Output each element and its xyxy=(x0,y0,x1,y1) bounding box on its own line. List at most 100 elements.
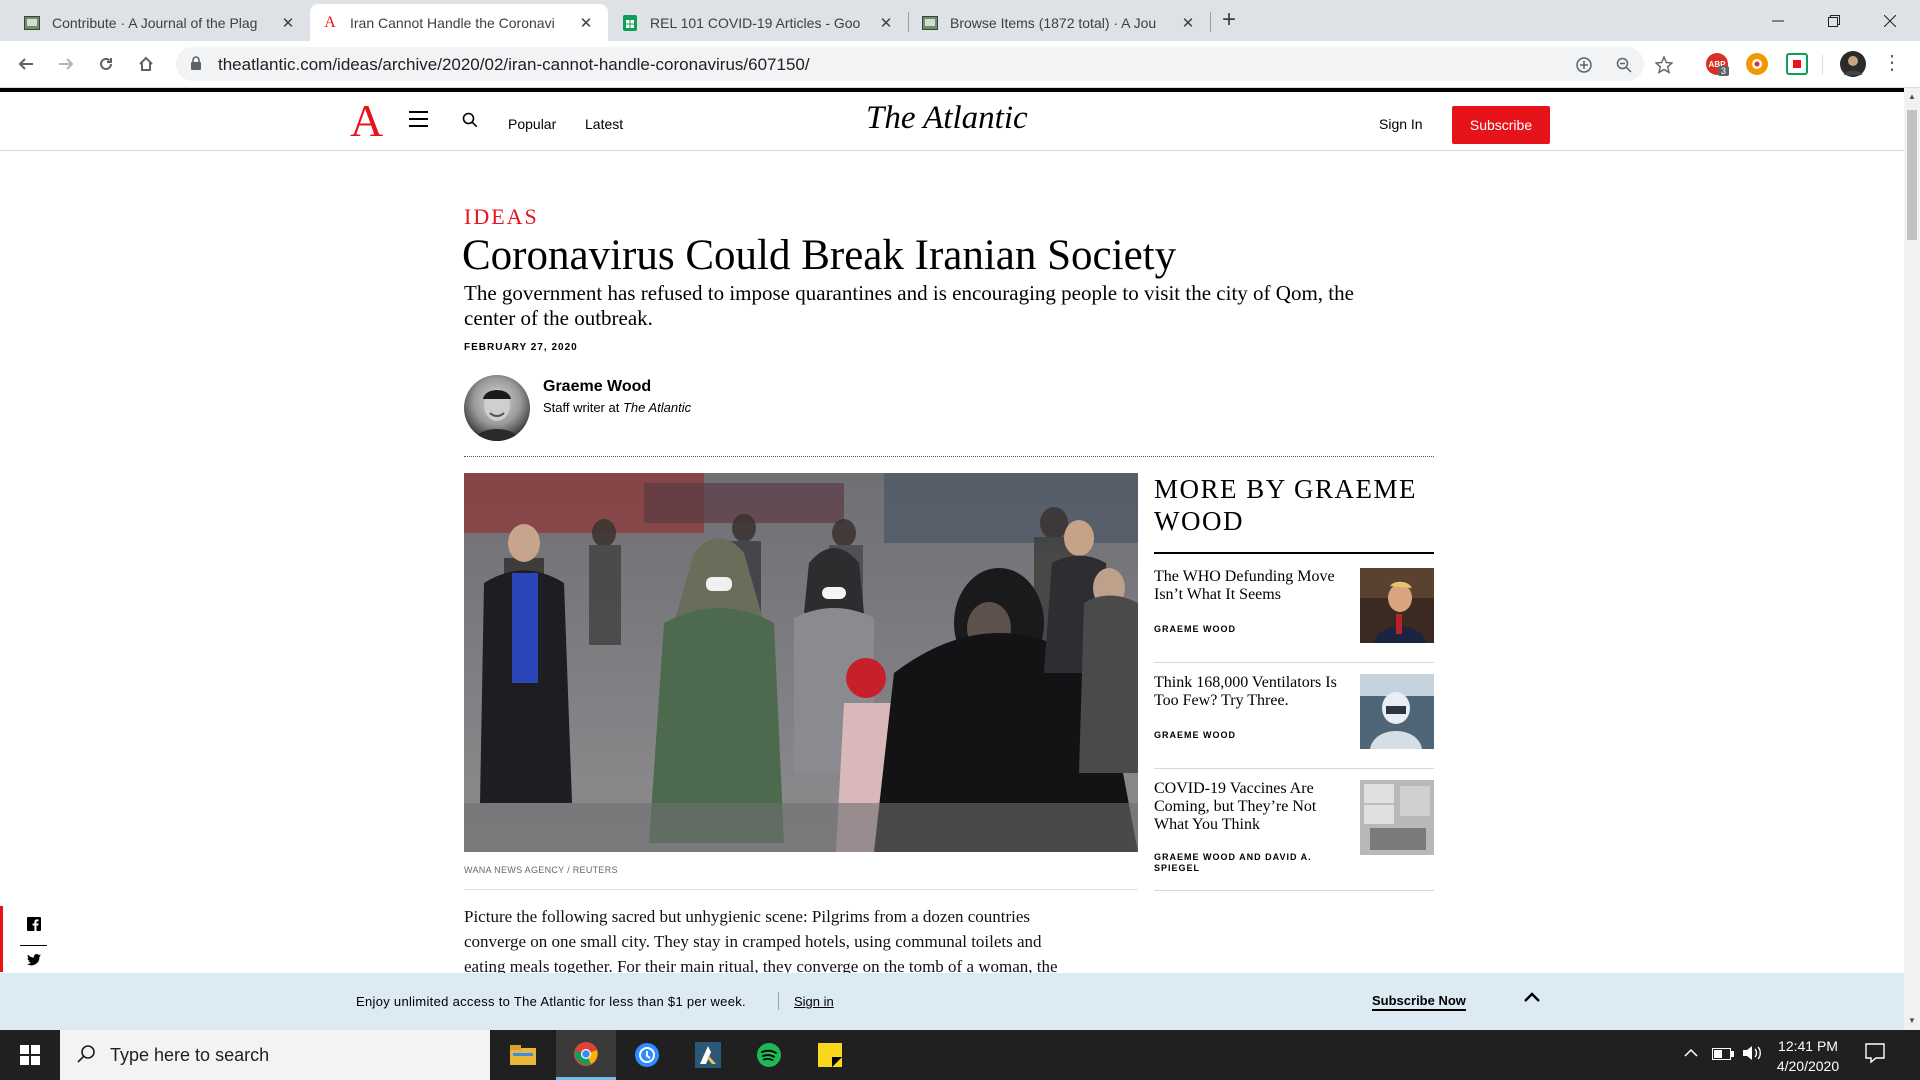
site-favicon-icon xyxy=(922,15,938,31)
sidebar-article-author: GRAEME WOOD xyxy=(1154,624,1236,634)
close-tab-icon[interactable]: ✕ xyxy=(278,14,298,32)
subscribe-banner: Enjoy unlimited access to The Atlantic f… xyxy=(0,973,1904,1030)
forward-button[interactable] xyxy=(54,52,78,76)
browser-menu-icon[interactable]: ⋮ xyxy=(1882,53,1902,73)
action-center-icon[interactable] xyxy=(1864,1042,1886,1069)
image-credit: WANA NEWS AGENCY / REUTERS xyxy=(464,865,618,875)
masthead-wordmark[interactable]: The Atlantic xyxy=(866,100,1028,137)
bookmark-star-icon[interactable] xyxy=(1654,55,1674,75)
author-name[interactable]: Graeme Wood xyxy=(543,378,651,396)
search-icon[interactable] xyxy=(462,112,478,133)
facebook-share-icon[interactable] xyxy=(20,910,48,938)
browser-toolbar: theatlantic.com/ideas/archive/2020/02/ir… xyxy=(0,41,1920,88)
sidebar-article-thumbnail[interactable] xyxy=(1360,568,1434,643)
restore-button[interactable] xyxy=(1806,0,1862,41)
windows-start-icon[interactable] xyxy=(0,1030,60,1080)
publish-date: FEBRUARY 27, 2020 xyxy=(464,342,578,353)
sign-in-link[interactable]: Sign In xyxy=(1379,116,1423,132)
scroll-down-arrow-icon[interactable]: ▼ xyxy=(1908,1016,1916,1025)
profile-avatar[interactable] xyxy=(1840,51,1866,77)
reload-button[interactable] xyxy=(94,52,118,76)
kindle-app-icon[interactable] xyxy=(678,1030,738,1080)
taskbar-clock[interactable]: 12:41 PM 4/20/2020 xyxy=(1768,1036,1848,1076)
close-tab-icon[interactable]: ✕ xyxy=(876,14,896,32)
battery-icon[interactable] xyxy=(1712,1047,1734,1063)
clipper-extension-icon[interactable] xyxy=(1786,53,1808,75)
subscribe-button[interactable]: Subscribe xyxy=(1452,106,1550,144)
windows-taskbar: Type here to search 12:41 PM 4/20/2020 xyxy=(0,1030,1920,1080)
tab-browse-items[interactable]: Browse Items (1872 total) · A Jou ✕ xyxy=(910,4,1210,41)
page-scrollbar[interactable]: ▲ ▼ xyxy=(1904,88,1920,1030)
close-tab-icon[interactable]: ✕ xyxy=(576,14,596,32)
clock-date: 4/20/2020 xyxy=(1776,1058,1840,1074)
tab-divider xyxy=(908,12,909,32)
site-favicon-icon xyxy=(24,15,40,31)
atlantic-logo[interactable]: A xyxy=(350,98,383,144)
nav-latest-link[interactable]: Latest xyxy=(585,116,623,132)
twitter-share-icon[interactable] xyxy=(20,946,48,974)
browser-tab-bar: Contribute · A Journal of the Plag ✕ A I… xyxy=(0,0,1920,41)
atlantic-favicon-icon: A xyxy=(324,13,336,31)
sidebar-article-title[interactable]: The WHO Defunding Move Isn’t What It See… xyxy=(1154,568,1354,604)
chevron-up-icon[interactable] xyxy=(1524,989,1540,1007)
article-body: Picture the following sacred but unhygie… xyxy=(464,904,1104,979)
zoom-icon[interactable] xyxy=(1614,55,1634,75)
taskbar-search-placeholder[interactable]: Type here to search xyxy=(110,1045,269,1066)
tab-contribute[interactable]: Contribute · A Journal of the Plag ✕ xyxy=(12,4,310,41)
nav-popular-link[interactable]: Popular xyxy=(508,116,556,132)
hamburger-menu-icon[interactable] xyxy=(409,111,428,132)
volume-icon[interactable] xyxy=(1742,1045,1762,1064)
article-headline: Coronavirus Could Break Iranian Society xyxy=(462,232,1177,279)
caption-divider xyxy=(464,889,1138,890)
file-explorer-icon[interactable] xyxy=(493,1030,553,1080)
close-window-button[interactable] xyxy=(1862,0,1918,41)
article-dek: The government has refused to impose qua… xyxy=(464,281,1354,330)
tab-google-sheets[interactable]: REL 101 COVID-19 Articles - Goo ✕ xyxy=(610,4,908,41)
banner-sign-in-link[interactable]: Sign in xyxy=(794,994,834,1009)
home-button[interactable] xyxy=(134,52,158,76)
sidebar-article-vaccines[interactable]: COVID-19 Vaccines Are Coming, but They’r… xyxy=(1154,780,1434,891)
section-label[interactable]: IDEAS xyxy=(464,204,539,230)
sheets-favicon-icon xyxy=(622,14,638,31)
more-by-author-heading: MORE BY GRAEME WOOD xyxy=(1154,474,1418,536)
close-tab-icon[interactable]: ✕ xyxy=(1178,14,1198,32)
sidebar-rule xyxy=(1154,552,1434,554)
sidebar-article-author: GRAEME WOOD xyxy=(1154,730,1236,740)
tab-divider xyxy=(1210,12,1211,32)
extension-badge: 3 xyxy=(1718,66,1730,76)
author-role: Staff writer at The Atlantic xyxy=(543,400,692,415)
install-app-icon[interactable] xyxy=(1574,55,1594,75)
sidebar-article-title[interactable]: COVID-19 Vaccines Are Coming, but They’r… xyxy=(1154,780,1354,834)
hero-image[interactable] xyxy=(464,473,1138,852)
webpage: A Popular Latest The Atlantic Sign In Su… xyxy=(0,88,1904,1030)
sidebar-article-title[interactable]: Think 168,000 Ventilators Is Too Few? Tr… xyxy=(1154,674,1354,710)
sidebar-article-who[interactable]: The WHO Defunding Move Isn’t What It See… xyxy=(1154,568,1434,663)
search-icon xyxy=(76,1044,96,1069)
author-avatar[interactable] xyxy=(464,375,530,441)
sticky-notes-icon[interactable] xyxy=(800,1030,860,1080)
taskbar-search-box[interactable]: Type here to search xyxy=(60,1030,490,1080)
banner-subscribe-now-link[interactable]: Subscribe Now xyxy=(1372,993,1466,1011)
address-bar[interactable]: theatlantic.com/ideas/archive/2020/02/ir… xyxy=(176,47,1673,81)
scroll-up-arrow-icon[interactable]: ▲ xyxy=(1908,92,1916,101)
byline-divider xyxy=(464,456,1434,457)
body-line: converge on one small city. They stay in… xyxy=(464,932,1042,951)
scrollbar-thumb[interactable] xyxy=(1907,110,1917,240)
spotify-icon[interactable] xyxy=(739,1030,799,1080)
show-hidden-icons-icon[interactable] xyxy=(1684,1044,1698,1060)
tab-iran-coronavirus[interactable]: A Iran Cannot Handle the Coronavi ✕ xyxy=(310,4,608,41)
sidebar-article-author: GRAEME WOOD AND DAVID A. SPIEGEL xyxy=(1154,852,1312,873)
back-button[interactable] xyxy=(14,52,38,76)
url-text[interactable]: theatlantic.com/ideas/archive/2020/02/ir… xyxy=(218,55,810,75)
site-header: A Popular Latest The Atlantic Sign In Su… xyxy=(0,92,1904,151)
extension-icon[interactable] xyxy=(1746,53,1768,75)
zoom-app-icon[interactable] xyxy=(617,1030,677,1080)
sidebar-article-ventilators[interactable]: Think 168,000 Ventilators Is Too Few? Tr… xyxy=(1154,674,1434,769)
sidebar-article-thumbnail[interactable] xyxy=(1360,674,1434,749)
minimize-button[interactable] xyxy=(1750,0,1806,41)
clock-time: 12:41 PM xyxy=(1778,1038,1838,1054)
lock-icon[interactable] xyxy=(190,56,202,76)
sidebar-article-thumbnail[interactable] xyxy=(1360,780,1434,855)
chrome-taskbar-icon[interactable] xyxy=(556,1030,616,1080)
new-tab-button[interactable]: + xyxy=(1222,8,1236,32)
